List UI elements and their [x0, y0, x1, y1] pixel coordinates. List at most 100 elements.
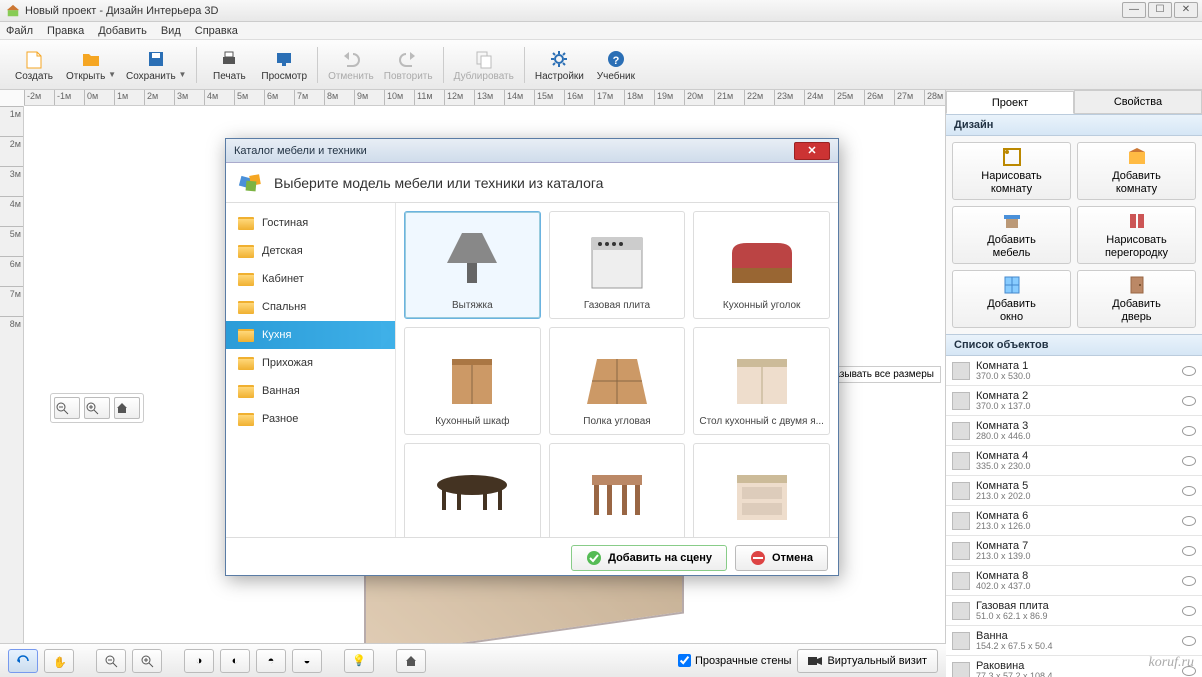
- add-to-scene-button[interactable]: Добавить на сцену: [571, 545, 727, 571]
- object-item[interactable]: Комната 2370.0 x 137.0: [946, 386, 1202, 416]
- category-item[interactable]: Разное: [226, 405, 395, 433]
- object-item[interactable]: Комната 6213.0 x 126.0: [946, 506, 1202, 536]
- bottom-toolbar: ✋ ◑ ◐ ◓ ◒ 💡 Прозрачные стены Виртуальный…: [0, 643, 946, 677]
- toolbar-print[interactable]: Печать: [203, 43, 255, 87]
- vertical-ruler: 1м2м3м4м5м6м7м8м: [0, 106, 24, 643]
- visibility-toggle[interactable]: [1182, 636, 1196, 646]
- zoom-in-button[interactable]: [84, 397, 110, 419]
- category-item[interactable]: Гостиная: [226, 209, 395, 237]
- menu-3[interactable]: Вид: [161, 25, 181, 37]
- visibility-toggle[interactable]: [1182, 486, 1196, 496]
- furniture-item[interactable]: Кухонный шкаф: [404, 327, 541, 435]
- side-panel: Проект Свойства Дизайн Нарисоватькомнату…: [946, 90, 1202, 677]
- object-item[interactable]: Газовая плита51.0 x 62.1 x 86.9: [946, 596, 1202, 626]
- menu-0[interactable]: Файл: [6, 25, 33, 37]
- furniture-item[interactable]: Вытяжка: [404, 211, 541, 319]
- design-btn-5[interactable]: Добавитьдверь: [1077, 270, 1196, 328]
- app-icon: [6, 4, 20, 18]
- menu-4[interactable]: Справка: [195, 25, 238, 37]
- toolbar-save[interactable]: Сохранить ▼: [122, 43, 190, 87]
- side-tabs: Проект Свойства: [946, 90, 1202, 114]
- zoom-out-button[interactable]: [54, 397, 80, 419]
- dialog-heading: Выберите модель мебели или техники из ка…: [274, 175, 603, 191]
- design-btn-4[interactable]: Добавитьокно: [952, 270, 1071, 328]
- category-item[interactable]: Кабинет: [226, 265, 395, 293]
- object-item[interactable]: Комната 4335.0 x 230.0: [946, 446, 1202, 476]
- furniture-item[interactable]: [404, 443, 541, 537]
- furniture-item[interactable]: Газовая плита: [549, 211, 686, 319]
- furniture-item[interactable]: Полка угловая: [549, 327, 686, 435]
- view-mode-1-button[interactable]: ◑: [184, 649, 214, 673]
- visibility-toggle[interactable]: [1182, 576, 1196, 586]
- object-item[interactable]: Комната 3280.0 x 446.0: [946, 416, 1202, 446]
- cancel-icon: [750, 550, 766, 566]
- design-btn-2[interactable]: Добавитьмебель: [952, 206, 1071, 264]
- tab-properties[interactable]: Свойства: [1074, 90, 1202, 113]
- object-item[interactable]: Ванна154.2 x 67.5 x 50.4: [946, 626, 1202, 656]
- design-grid: НарисоватькомнатуДобавитькомнатуДобавить…: [946, 136, 1202, 334]
- dialog-footer: Добавить на сцену Отмена: [226, 537, 838, 577]
- furniture-item[interactable]: [549, 443, 686, 537]
- view-mode-3-button[interactable]: ◓: [256, 649, 286, 673]
- visibility-toggle[interactable]: [1182, 516, 1196, 526]
- visibility-toggle[interactable]: [1182, 366, 1196, 376]
- close-button[interactable]: ✕: [1174, 2, 1198, 18]
- toolbar-new[interactable]: Создать: [8, 43, 60, 87]
- transparent-walls-checkbox[interactable]: Прозрачные стены: [678, 654, 791, 667]
- home-button-2[interactable]: [396, 649, 426, 673]
- cancel-button[interactable]: Отмена: [735, 545, 828, 571]
- design-btn-1[interactable]: Добавитькомнату: [1077, 142, 1196, 200]
- visibility-toggle[interactable]: [1182, 426, 1196, 436]
- object-item[interactable]: Комната 5213.0 x 202.0: [946, 476, 1202, 506]
- category-item[interactable]: Ванная: [226, 377, 395, 405]
- object-item[interactable]: Комната 1370.0 x 530.0: [946, 356, 1202, 386]
- object-item[interactable]: Комната 7213.0 x 139.0: [946, 536, 1202, 566]
- folder-icon: [238, 217, 254, 230]
- light-button[interactable]: 💡: [344, 649, 374, 673]
- camera-icon: [808, 656, 822, 666]
- category-item[interactable]: Детская: [226, 237, 395, 265]
- nav-tools: [50, 393, 144, 423]
- objects-section-header: Список объектов: [946, 334, 1202, 356]
- category-item[interactable]: Прихожая: [226, 349, 395, 377]
- toolbar-settings[interactable]: Настройки: [531, 43, 588, 87]
- folder-icon: [238, 329, 254, 342]
- toolbar-preview[interactable]: Просмотр: [257, 43, 311, 87]
- folder-icon: [238, 273, 254, 286]
- toolbar: СоздатьОткрыть ▼Сохранить ▼ ПечатьПросмот…: [0, 40, 1202, 90]
- virtual-visit-button[interactable]: Виртуальный визит: [797, 649, 938, 673]
- watermark: koruf.ru: [1149, 655, 1195, 671]
- visibility-toggle[interactable]: [1182, 396, 1196, 406]
- menu-2[interactable]: Добавить: [98, 25, 147, 37]
- furniture-item[interactable]: Кухонный уголок: [693, 211, 830, 319]
- furniture-item[interactable]: Стол кухонный с двумя я...: [693, 327, 830, 435]
- tab-project[interactable]: Проект: [946, 91, 1074, 114]
- design-btn-0[interactable]: Нарисоватькомнату: [952, 142, 1071, 200]
- toolbar-help[interactable]: ?Учебник: [590, 43, 642, 87]
- rotate-tool-button[interactable]: [8, 649, 38, 673]
- furniture-item[interactable]: [693, 443, 830, 537]
- visibility-toggle[interactable]: [1182, 546, 1196, 556]
- minimize-button[interactable]: —: [1122, 2, 1146, 18]
- view-mode-2-button[interactable]: ◐: [220, 649, 250, 673]
- menu-1[interactable]: Правка: [47, 25, 84, 37]
- object-list: Комната 1370.0 x 530.0Комната 2370.0 x 1…: [946, 356, 1202, 677]
- zoom-out-button-2[interactable]: [96, 649, 126, 673]
- design-btn-3[interactable]: Нарисоватьперегородку: [1077, 206, 1196, 264]
- category-item[interactable]: Кухня: [226, 321, 395, 349]
- folder-icon: [238, 301, 254, 314]
- design-section-header: Дизайн: [946, 114, 1202, 136]
- folder-icon: [238, 357, 254, 370]
- view-mode-4-button[interactable]: ◒: [292, 649, 322, 673]
- maximize-button[interactable]: ☐: [1148, 2, 1172, 18]
- dialog-close-button[interactable]: ✕: [794, 142, 830, 160]
- object-item[interactable]: Комната 8402.0 x 437.0: [946, 566, 1202, 596]
- visibility-toggle[interactable]: [1182, 456, 1196, 466]
- toolbar-open[interactable]: Открыть ▼: [62, 43, 120, 87]
- pan-tool-button[interactable]: ✋: [44, 649, 74, 673]
- home-view-button[interactable]: [114, 397, 140, 419]
- dialog-titlebar: Каталог мебели и техники ✕: [226, 139, 838, 163]
- visibility-toggle[interactable]: [1182, 606, 1196, 616]
- category-item[interactable]: Спальня: [226, 293, 395, 321]
- zoom-in-button-2[interactable]: [132, 649, 162, 673]
